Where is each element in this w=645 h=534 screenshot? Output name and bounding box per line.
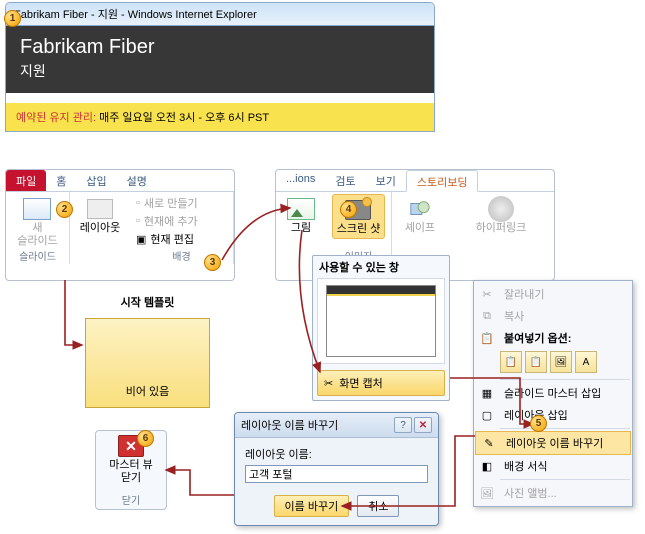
- page-header: Fabrikam Fiber 지원: [6, 26, 434, 93]
- rename-icon: ✎: [480, 435, 498, 451]
- menu-paste-header: 📋붙여넣기 옵션:: [474, 327, 632, 349]
- layout-button[interactable]: 레이아웃: [76, 194, 124, 237]
- menu-copy[interactable]: ⧉복사: [474, 305, 632, 327]
- dialog-cancel-button[interactable]: 취소: [357, 495, 399, 517]
- master-icon: ▦: [478, 385, 496, 401]
- screen-capture-button[interactable]: ✂ 화면 캡처: [317, 370, 445, 396]
- close-master-panel: ✕ 마스터 뷰 닫기 닫기: [95, 430, 167, 510]
- copy-icon: ⧉: [478, 308, 496, 324]
- callout-2: 2: [56, 201, 73, 218]
- globe-icon: [486, 196, 516, 222]
- new-icon: ▫: [136, 197, 140, 209]
- paste-opt-1[interactable]: 📋: [500, 351, 522, 373]
- menu-photo-album[interactable]: 🖼사진 앨범...: [474, 482, 632, 504]
- new-slide-button[interactable]: 새 슬라이드: [13, 194, 61, 249]
- layout-name-input[interactable]: [245, 465, 428, 483]
- tab-description[interactable]: 설명: [117, 170, 157, 191]
- close-group-label: 닫기: [122, 492, 140, 509]
- dialog-field-label: 레이아웃 이름:: [245, 446, 428, 462]
- page-subtitle: 지원: [20, 61, 420, 81]
- menu-bg-format[interactable]: ◧배경 서식: [474, 455, 632, 477]
- shapes-icon: [405, 196, 435, 222]
- callout-4: 4: [340, 201, 357, 218]
- paste-opt-4[interactable]: A: [575, 351, 597, 373]
- maintenance-label: 예약된 유지 관리:: [16, 112, 96, 124]
- tab-ions[interactable]: ...ions: [276, 170, 325, 191]
- dialog-help-button[interactable]: ?: [394, 417, 412, 433]
- context-menu: ✂잘라내기 ⧉복사 📋붙여넣기 옵션: 📋 📋 🖼 A ▦슬라이드 마스터 삽입…: [473, 280, 633, 507]
- tab-review[interactable]: 검토: [325, 170, 365, 191]
- picture-button[interactable]: 그림: [282, 194, 320, 237]
- screenshot-button[interactable]: 스크린 샷: [332, 194, 386, 239]
- paste-icon: 📋: [478, 330, 496, 346]
- ribbon2-tabs: ...ions 검토 보기 스토리보딩: [276, 170, 554, 192]
- menu-insert-master[interactable]: ▦슬라이드 마스터 삽입: [474, 382, 632, 404]
- menu-cut[interactable]: ✂잘라내기: [474, 283, 632, 305]
- layout-insert-icon: ▢: [478, 407, 496, 423]
- tab-view[interactable]: 보기: [366, 170, 406, 191]
- callout-3: 3: [204, 254, 221, 271]
- callout-1: 1: [4, 10, 21, 27]
- hyperlink-button[interactable]: 하이퍼링크: [472, 194, 531, 237]
- template-gallery: 시작 템플릿 비어 있음: [70, 290, 225, 408]
- rename-dialog: 레이아웃 이름 바꾸기 ? ✕ 레이아웃 이름: 이름 바꾸기 취소: [234, 412, 439, 526]
- picture-icon: [286, 196, 316, 222]
- bg-new-button[interactable]: ▫ 새로 만들기: [132, 194, 202, 212]
- dialog-title: 레이아웃 이름 바꾸기: [241, 417, 338, 433]
- menu-insert-layout[interactable]: ▢레이아웃 삽입: [474, 404, 632, 426]
- crop-icon: ✂: [324, 377, 333, 390]
- tab-file[interactable]: 파일: [6, 170, 46, 191]
- browser-titlebar: Fabrikam Fiber - 지원 - Windows Internet E…: [6, 3, 434, 26]
- cut-icon: ✂: [478, 286, 496, 302]
- dialog-close-button[interactable]: ✕: [414, 417, 432, 433]
- template-thumb-empty[interactable]: 비어 있음: [85, 318, 210, 408]
- group-slide-label: 슬라이드: [6, 248, 69, 263]
- bg-edit-current-button[interactable]: ▣ 현재 편집: [132, 230, 198, 248]
- paste-opt-2[interactable]: 📋: [525, 351, 547, 373]
- popup-header: 사용할 수 있는 창: [313, 256, 449, 278]
- page-title: Fabrikam Fiber: [20, 36, 420, 59]
- callout-6: 6: [137, 430, 154, 447]
- maintenance-text: 매주 일요일 오전 3시 - 오후 6시 PST: [99, 112, 269, 124]
- ribbon-left: 파일 홈 삽입 설명 새 슬라이드 슬라이드 레이아웃 ▫ 새로 만들기 ▫: [5, 169, 235, 281]
- window-preview[interactable]: [326, 285, 436, 357]
- new-slide-icon: [22, 196, 52, 222]
- ribbon-tabs: 파일 홈 삽입 설명: [6, 170, 234, 192]
- screenshot-popup: 사용할 수 있는 창 ✂ 화면 캡처: [312, 255, 450, 401]
- shapes-button[interactable]: 셰이프: [401, 194, 439, 237]
- add-icon: ▫: [136, 215, 140, 227]
- callout-5: 5: [530, 415, 547, 432]
- menu-rename-layout[interactable]: ✎레이아웃 이름 바꾸기: [475, 431, 631, 455]
- album-icon: 🖼: [478, 485, 496, 501]
- tab-home[interactable]: 홈: [46, 170, 76, 191]
- edit-icon: ▣: [136, 233, 146, 246]
- dialog-ok-button[interactable]: 이름 바꾸기: [274, 495, 350, 517]
- maintenance-banner: 예약된 유지 관리: 매주 일요일 오전 3시 - 오후 6시 PST: [6, 93, 434, 131]
- paste-options: 📋 📋 🖼 A: [474, 349, 632, 377]
- layout-icon: [85, 196, 115, 222]
- tab-insert[interactable]: 삽입: [76, 170, 116, 191]
- bg-add-current-button[interactable]: ▫ 현재에 추가: [132, 212, 202, 230]
- tab-storyboarding[interactable]: 스토리보딩: [406, 170, 479, 192]
- paste-opt-3[interactable]: 🖼: [550, 351, 572, 373]
- browser-window: Fabrikam Fiber - 지원 - Windows Internet E…: [5, 2, 435, 132]
- template-header: 시작 템플릿: [70, 290, 225, 314]
- bg-format-icon: ◧: [478, 458, 496, 474]
- popup-window-list: [317, 278, 445, 364]
